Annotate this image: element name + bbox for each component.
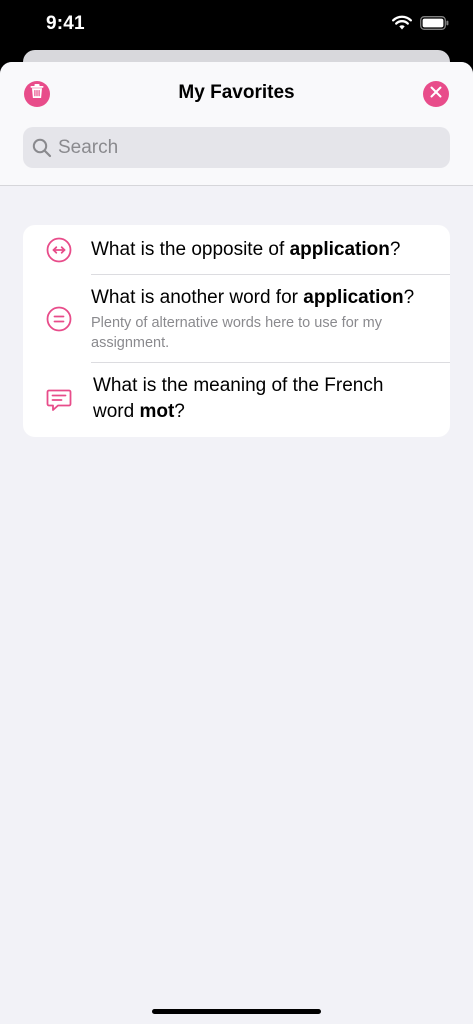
search-placeholder: Search [58, 136, 119, 158]
equals-icon [45, 305, 73, 333]
list-item-subtitle: Plenty of alternative words here to use … [91, 315, 382, 351]
arrows-left-right-icon [45, 236, 73, 264]
status-time: 9:41 [46, 13, 85, 34]
list-item-keyword: mot [139, 401, 175, 422]
close-icon [430, 85, 442, 103]
favorites-list: What is the opposite of application? Wha… [23, 225, 450, 437]
list-item-title: What is the opposite of application? [91, 239, 401, 260]
list-item[interactable]: What is the meaning of the French word m… [23, 363, 450, 437]
list-item-title: What is another word for application? [91, 287, 415, 308]
search-icon [32, 137, 54, 159]
battery-icon [420, 15, 449, 35]
sheet-header: My Favorites Search [0, 62, 473, 186]
list-item-keyword: application [303, 287, 404, 308]
close-button[interactable] [423, 81, 449, 107]
list-item[interactable]: What is another word for application? Pl… [23, 275, 450, 363]
status-bar: 9:41 [0, 0, 473, 52]
search-input[interactable]: Search [23, 127, 450, 168]
list-item-title: What is the meaning of the French word m… [93, 375, 384, 422]
list-item-keyword: application [289, 239, 390, 260]
favorites-sheet: My Favorites Search What is the opposite… [0, 62, 473, 1024]
home-indicator [152, 1009, 321, 1014]
status-icons [392, 15, 449, 35]
message-lines-icon [45, 386, 73, 414]
list-item[interactable]: What is the opposite of application? [23, 225, 450, 275]
sheet-title: My Favorites [178, 82, 295, 103]
wifi-icon [392, 15, 412, 35]
